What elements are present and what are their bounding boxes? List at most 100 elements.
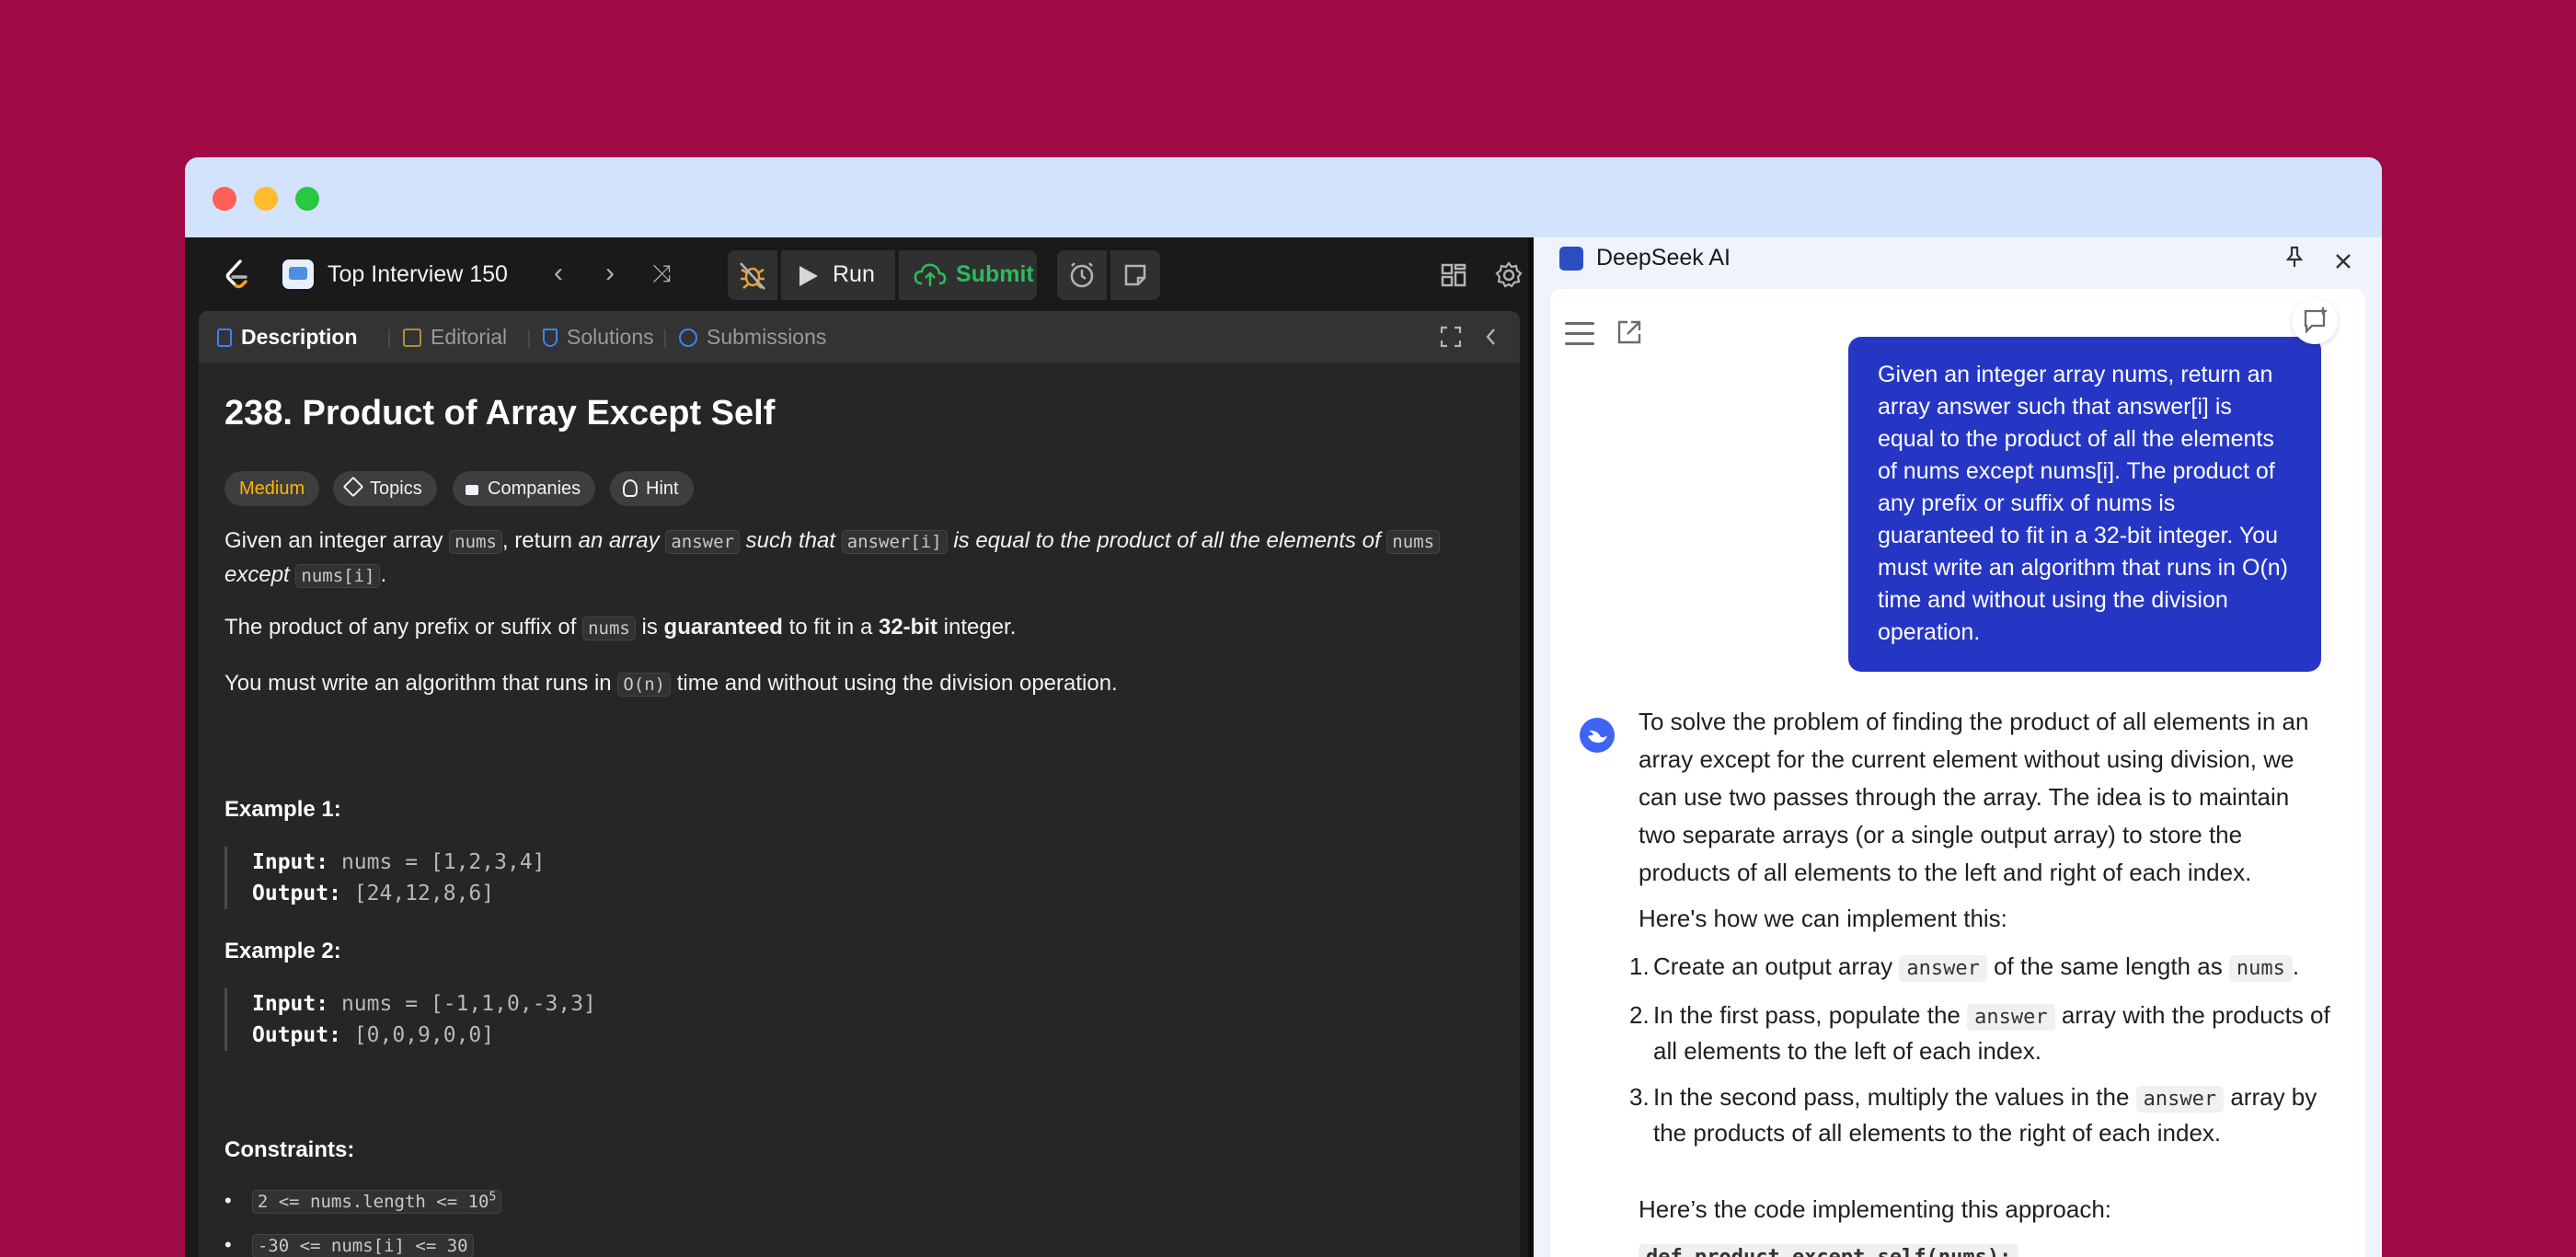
- companies-tag-label: Companies: [488, 479, 581, 499]
- example-input-label: Input:: [252, 850, 329, 874]
- history-icon: [679, 329, 697, 347]
- list-item: 2. In the first pass, populate the answer…: [1629, 998, 2338, 1067]
- inline-code: nums: [582, 617, 636, 640]
- notes-button[interactable]: [1110, 250, 1160, 300]
- hint-tag[interactable]: Hint: [610, 471, 694, 506]
- hint-tag-label: Hint: [646, 479, 679, 499]
- fullscreen-icon[interactable]: [1439, 325, 1463, 349]
- tab-submissions[interactable]: Submissions: [679, 322, 826, 352]
- tab-solutions-label: Solutions: [567, 325, 654, 349]
- leetcode-logo-icon[interactable]: [218, 256, 255, 293]
- desc-text: time and without using the division oper…: [671, 671, 1118, 696]
- layout-grid-icon[interactable]: [1438, 259, 1469, 291]
- inline-code: nums: [449, 530, 502, 554]
- shuffle-problem-button[interactable]: ⤨: [645, 258, 678, 291]
- inline-code: O(n): [617, 673, 672, 697]
- submit-button[interactable]: Submit: [899, 250, 1037, 300]
- desc-bold: 32-bit: [878, 615, 937, 640]
- timer-button[interactable]: [1057, 250, 1107, 300]
- run-button[interactable]: Run: [781, 250, 895, 300]
- constraint-code: 2 <= nums.length <= 105: [251, 1190, 502, 1214]
- constraint-exponent: 5: [489, 1190, 497, 1205]
- inline-code: answer: [1899, 955, 1987, 982]
- topics-tag[interactable]: Topics: [333, 471, 437, 506]
- inline-code: nums: [2228, 955, 2293, 982]
- desc-italic: an array: [578, 528, 660, 553]
- problem-tabs: Description Editorial Solutions Submissi…: [199, 311, 1520, 363]
- next-problem-button[interactable]: ›: [593, 258, 627, 291]
- problem-list-title[interactable]: Top Interview 150: [328, 258, 508, 291]
- list-number: 1.: [1629, 952, 1650, 980]
- collapse-panel-icon[interactable]: [1479, 325, 1503, 349]
- example-input-label: Input:: [252, 992, 329, 1016]
- list-number: 3.: [1629, 1083, 1650, 1111]
- tag-icon: [342, 476, 364, 498]
- inline-code: answer: [665, 530, 740, 554]
- minimize-window-button[interactable]: [254, 187, 278, 211]
- inline-code: answer: [1967, 1004, 2055, 1031]
- prev-problem-button[interactable]: ‹: [542, 258, 575, 291]
- tab-solutions[interactable]: Solutions: [543, 322, 654, 352]
- close-window-button[interactable]: [213, 187, 236, 211]
- list-item: 3. In the second pass, multiply the value…: [1629, 1080, 2338, 1149]
- tab-editorial[interactable]: Editorial: [403, 322, 507, 352]
- open-external-icon[interactable]: [1615, 317, 1644, 347]
- step-text: Create an output array: [1653, 952, 1900, 980]
- deepseek-title: DeepSeek AI: [1596, 245, 1731, 271]
- study-plan-icon[interactable]: [282, 259, 314, 289]
- description-paragraph-3: You must write an algorithm that runs in…: [224, 667, 1118, 701]
- leetcode-toolbar: Top Interview 150 ‹ › ⤨ Run Submit: [185, 237, 1534, 311]
- cloud-upload-icon: [914, 263, 947, 286]
- desc-text: , return: [501, 528, 579, 553]
- topics-tag-label: Topics: [370, 479, 422, 499]
- example-2-heading: Example 2:: [224, 939, 341, 963]
- inline-code: answer: [2135, 1086, 2225, 1113]
- assistant-reply-intro: To solve the problem of finding the prod…: [1639, 708, 2309, 886]
- desc-text: Given an integer array: [224, 528, 450, 553]
- example-input-value: nums = [-1,1,0,-3,3]: [340, 992, 596, 1016]
- companies-tag[interactable]: Companies: [453, 471, 596, 506]
- zoom-window-button[interactable]: [295, 187, 319, 211]
- debug-button[interactable]: [728, 250, 777, 300]
- step-text: In the first pass, populate the: [1653, 1001, 1968, 1029]
- desc-italic: is equal to the product of all the eleme…: [953, 528, 1381, 553]
- deepseek-logo-icon: [1559, 247, 1583, 271]
- desc-text: You must write an algorithm that runs in: [224, 671, 618, 696]
- constraint-text: 2 <= nums.length <= 10: [257, 1192, 489, 1212]
- user-message-bubble: Given an integer array nums, return an a…: [1848, 337, 2321, 672]
- assistant-reply-howto: Here's how we can implement this:: [1639, 905, 2007, 932]
- new-chat-button[interactable]: [2292, 298, 2338, 344]
- constraint-code: -30 <= nums[i] <= 30: [251, 1234, 474, 1257]
- code-line: def product_except_self(nums):: [1639, 1244, 2019, 1257]
- tab-description-label: Description: [241, 325, 358, 349]
- chat-card: Given an integer array nums, return an a…: [1550, 289, 2365, 1257]
- description-panel: Description Editorial Solutions Submissi…: [199, 311, 1520, 1257]
- example-input-value: nums = [1,2,3,4]: [340, 850, 546, 874]
- assistant-steps-list: 1. Create an output array answer of the s…: [1629, 950, 2338, 1162]
- lock-icon: [466, 485, 478, 495]
- example-output-label: Output:: [252, 1023, 341, 1047]
- desc-text: The product of any prefix or suffix of: [224, 615, 583, 640]
- menu-icon[interactable]: [1565, 322, 1594, 346]
- window-titlebar: [185, 157, 2382, 237]
- desc-bold: guaranteed: [663, 615, 783, 640]
- assistant-avatar-icon: [1580, 718, 1615, 753]
- inline-code: nums: [1386, 530, 1441, 554]
- tab-description[interactable]: Description: [217, 322, 358, 352]
- submit-label: Submit: [956, 261, 1034, 287]
- example-1-heading: Example 1:: [224, 797, 341, 822]
- book-icon: [403, 329, 421, 347]
- close-icon[interactable]: [2332, 250, 2354, 272]
- code-block: def product_except_self(nums):: [1639, 1237, 2329, 1257]
- difficulty-badge: Medium: [224, 471, 320, 506]
- tab-divider: [388, 329, 390, 348]
- flask-icon: [543, 329, 558, 347]
- desc-text: is: [635, 615, 664, 640]
- desc-text: integer.: [937, 615, 1017, 640]
- constraint-item: 2 <= nums.length <= 105: [224, 1189, 502, 1214]
- assistant-code-intro: Here’s the code implementing this approa…: [1639, 1195, 2112, 1223]
- pin-icon[interactable]: [2284, 245, 2305, 269]
- description-paragraph-2: The product of any prefix or suffix of n…: [224, 611, 1016, 645]
- desc-text: .: [380, 562, 387, 587]
- settings-gear-icon[interactable]: [1493, 259, 1524, 291]
